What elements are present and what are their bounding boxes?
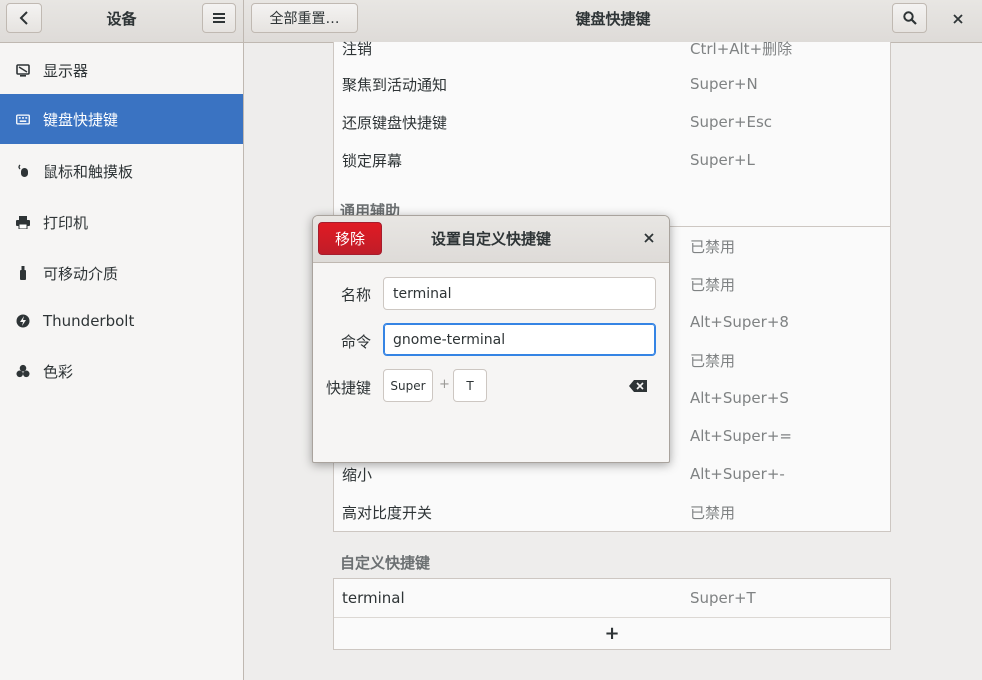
sidebar-item-label: 显示器: [43, 61, 89, 80]
sidebar-item-display[interactable]: 显示器: [0, 45, 243, 95]
sidebar: 显示器 键盘快捷键 鼠标和触摸板 打印机 可移动介质 Thunderbolt 色…: [0, 43, 243, 680]
hamburger-menu-icon: [213, 13, 225, 23]
thunderbolt-icon: [16, 314, 30, 328]
sidebar-item-label: 键盘快捷键: [43, 110, 119, 129]
menu-button[interactable]: [202, 3, 236, 33]
key-plus: +: [439, 377, 450, 392]
sidebar-item-label: 可移动介质: [43, 264, 119, 283]
search-icon: [902, 11, 917, 25]
sidebar-item-thunderbolt[interactable]: Thunderbolt: [0, 296, 243, 346]
sidebar-item-keyboard-shortcuts[interactable]: 键盘快捷键: [0, 94, 243, 144]
sidebar-item-printers[interactable]: 打印机: [0, 197, 243, 247]
clear-shortcut-button[interactable]: [627, 377, 649, 395]
chevron-left-icon: [19, 11, 28, 25]
custom-shortcut-dialog: 移除 设置自定义快捷键 名称 命令 快捷键 Super + T: [312, 215, 670, 463]
dialog-header: 移除 设置自定义快捷键: [313, 216, 669, 263]
sidebar-item-removable-media[interactable]: 可移动介质: [0, 248, 243, 298]
printer-icon: [16, 215, 30, 229]
command-input[interactable]: [383, 323, 656, 356]
close-icon: [644, 233, 654, 243]
backspace-icon: [629, 380, 647, 392]
list-item[interactable]: 高对比度开关 已禁用: [333, 493, 890, 531]
removable-media-icon: [16, 266, 30, 280]
sidebar-header: 设备: [0, 0, 243, 43]
section-title-custom: 自定义快捷键: [340, 554, 431, 572]
add-shortcut-button[interactable]: +: [334, 618, 890, 649]
plus-icon: +: [604, 623, 620, 644]
sidebar-item-mouse-touchpad[interactable]: 鼠标和触摸板: [0, 146, 243, 196]
search-button[interactable]: [892, 3, 927, 33]
sidebar-item-label: 鼠标和触摸板: [43, 162, 134, 181]
list-item[interactable]: 聚焦到活动通知 Super+N: [333, 65, 890, 103]
sidebar-title: 设备: [106, 10, 137, 28]
display-icon: [16, 63, 30, 77]
name-label: 名称: [340, 286, 371, 304]
shortcut-label: 快捷键: [325, 379, 371, 397]
sidebar-item-color[interactable]: 色彩: [0, 346, 243, 396]
list-item[interactable]: terminal Super+T: [333, 579, 890, 617]
sidebar-item-label: 打印机: [43, 213, 89, 232]
keycap-super: Super: [383, 369, 433, 402]
close-icon: [953, 14, 963, 24]
sidebar-item-label: Thunderbolt: [43, 312, 135, 330]
mouse-icon: [16, 164, 30, 178]
dialog-close-button[interactable]: [641, 230, 657, 246]
header-mask: [333, 0, 891, 42]
keyboard-icon: [16, 112, 30, 126]
list-item[interactable]: 还原键盘快捷键 Super+Esc: [333, 103, 890, 141]
list-item[interactable]: 锁定屏幕 Super+L: [333, 141, 890, 179]
name-input[interactable]: [383, 277, 656, 310]
color-icon: [16, 364, 30, 378]
remove-button[interactable]: 移除: [318, 222, 382, 255]
sidebar-item-label: 色彩: [43, 362, 74, 381]
keycap-t: T: [453, 369, 487, 402]
command-label: 命令: [340, 333, 371, 351]
back-button[interactable]: [6, 3, 42, 33]
window-close-button[interactable]: [946, 8, 970, 30]
